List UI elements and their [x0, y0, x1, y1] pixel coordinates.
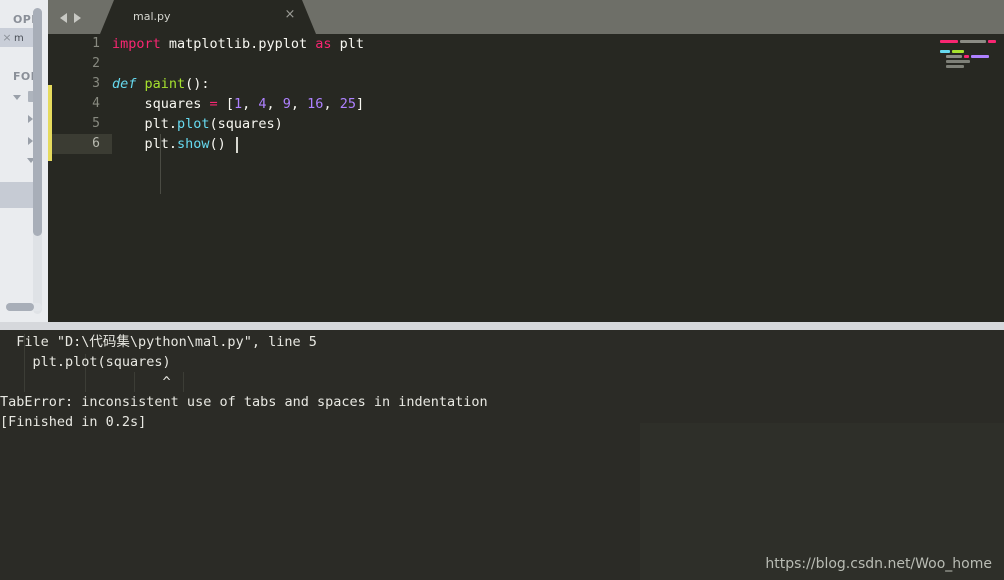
code-content[interactable]: import matplotlib.pyplot as plt def paint…	[112, 34, 972, 322]
tab-mal-py[interactable]: mal.py ×	[100, 0, 316, 34]
code-line: def paint():	[112, 74, 210, 94]
code-token: ():	[185, 76, 210, 92]
editor-pane: mal.py × 1 2 3 4 5 6 import matplotlib.pyplot…	[48, 0, 1004, 322]
sidebar: OPE × m FOL	[0, 0, 48, 322]
code-token: [	[217, 96, 234, 112]
minimap-row	[952, 50, 964, 53]
console-line: [Finished in 0.2s]	[0, 414, 147, 430]
code-token: 1	[233, 96, 243, 112]
sidebar-vertical-scrollbar-thumb[interactable]	[33, 8, 42, 236]
minimap-row	[960, 40, 986, 43]
tab-label: mal.py	[133, 10, 171, 23]
tab-bar: mal.py ×	[48, 0, 1004, 34]
minimap-row	[946, 55, 962, 58]
code-token: ()	[209, 136, 226, 152]
code-token: plot	[177, 116, 210, 132]
console-line: ^	[0, 374, 171, 390]
code-token: 25	[339, 96, 356, 112]
code-token: 4	[258, 96, 267, 112]
code-token: squares	[112, 96, 210, 112]
code-token: plt.	[112, 136, 178, 152]
minimap-row	[964, 55, 969, 58]
sidebar-selected-item[interactable]	[0, 182, 36, 208]
code-token: 16	[307, 96, 324, 112]
line-number: 3	[92, 76, 100, 91]
watermark-url: https://blog.csdn.net/Woo_home	[765, 556, 992, 572]
code-token: ,	[323, 96, 340, 112]
sidebar-open-editor-label: m	[14, 33, 24, 44]
minimap-row	[940, 40, 958, 43]
line-number: 5	[92, 116, 100, 131]
line-number: 4	[92, 96, 100, 111]
line-number-gutter: 1 2 3 4 5 6	[52, 34, 108, 322]
code-editor[interactable]: 1 2 3 4 5 6 import matplotlib.pyplot as plt de…	[48, 34, 1004, 322]
sidebar-horizontal-scrollbar-thumb[interactable]	[6, 303, 34, 311]
line-number: 1	[92, 36, 100, 51]
code-token: plt	[331, 36, 364, 52]
tab-nav-arrows[interactable]	[58, 10, 94, 24]
sublime-text-window: OPE × m FOL mal.py × 1 2 3 4 5 6 import …	[0, 0, 1004, 580]
code-token: 9	[282, 96, 291, 112]
chevron-down-icon[interactable]	[13, 95, 21, 100]
build-output-console[interactable]: File "D:\代码集\python\mal.py", line 5 plt.…	[0, 330, 1004, 580]
nav-forward-icon[interactable]	[74, 13, 81, 23]
code-line: plt.show()	[112, 134, 226, 154]
code-token: ,	[290, 96, 308, 112]
minimap-row	[940, 50, 950, 53]
code-token: as	[315, 36, 332, 52]
code-token: plt.	[112, 116, 178, 132]
code-token: ,	[266, 96, 283, 112]
minimap-row	[946, 60, 970, 63]
code-token: ,	[242, 96, 259, 112]
minimap-row	[988, 40, 996, 43]
line-number: 6	[92, 136, 100, 151]
code-line: squares = [1, 4, 9, 16, 25]	[112, 94, 365, 114]
code-line: plt.plot(squares)	[112, 114, 283, 134]
code-token: (squares)	[209, 116, 283, 132]
code-token: def	[112, 76, 137, 92]
console-indent-guide	[183, 372, 184, 392]
minimap-row	[971, 55, 989, 58]
code-token: =	[209, 96, 218, 112]
code-token: import	[112, 36, 161, 52]
code-token: ]	[355, 96, 365, 112]
minimap-row	[946, 65, 964, 68]
line-number: 2	[92, 56, 100, 71]
tab-close-icon[interactable]: ×	[283, 8, 297, 22]
text-cursor	[236, 137, 238, 153]
code-line: import matplotlib.pyplot as plt	[112, 34, 364, 54]
close-icon[interactable]: ×	[0, 28, 14, 47]
panel-divider[interactable]	[0, 322, 1004, 330]
code-token: show	[177, 136, 210, 152]
console-line: TabError: inconsistent use of tabs and s…	[0, 394, 488, 410]
code-token: paint	[144, 76, 186, 92]
code-token: matplotlib.pyplot	[160, 36, 316, 52]
console-line: File "D:\代码集\python\mal.py", line 5	[0, 334, 317, 350]
console-line: plt.plot(squares)	[0, 354, 171, 370]
minimap[interactable]	[936, 34, 998, 322]
nav-back-icon[interactable]	[60, 13, 67, 23]
